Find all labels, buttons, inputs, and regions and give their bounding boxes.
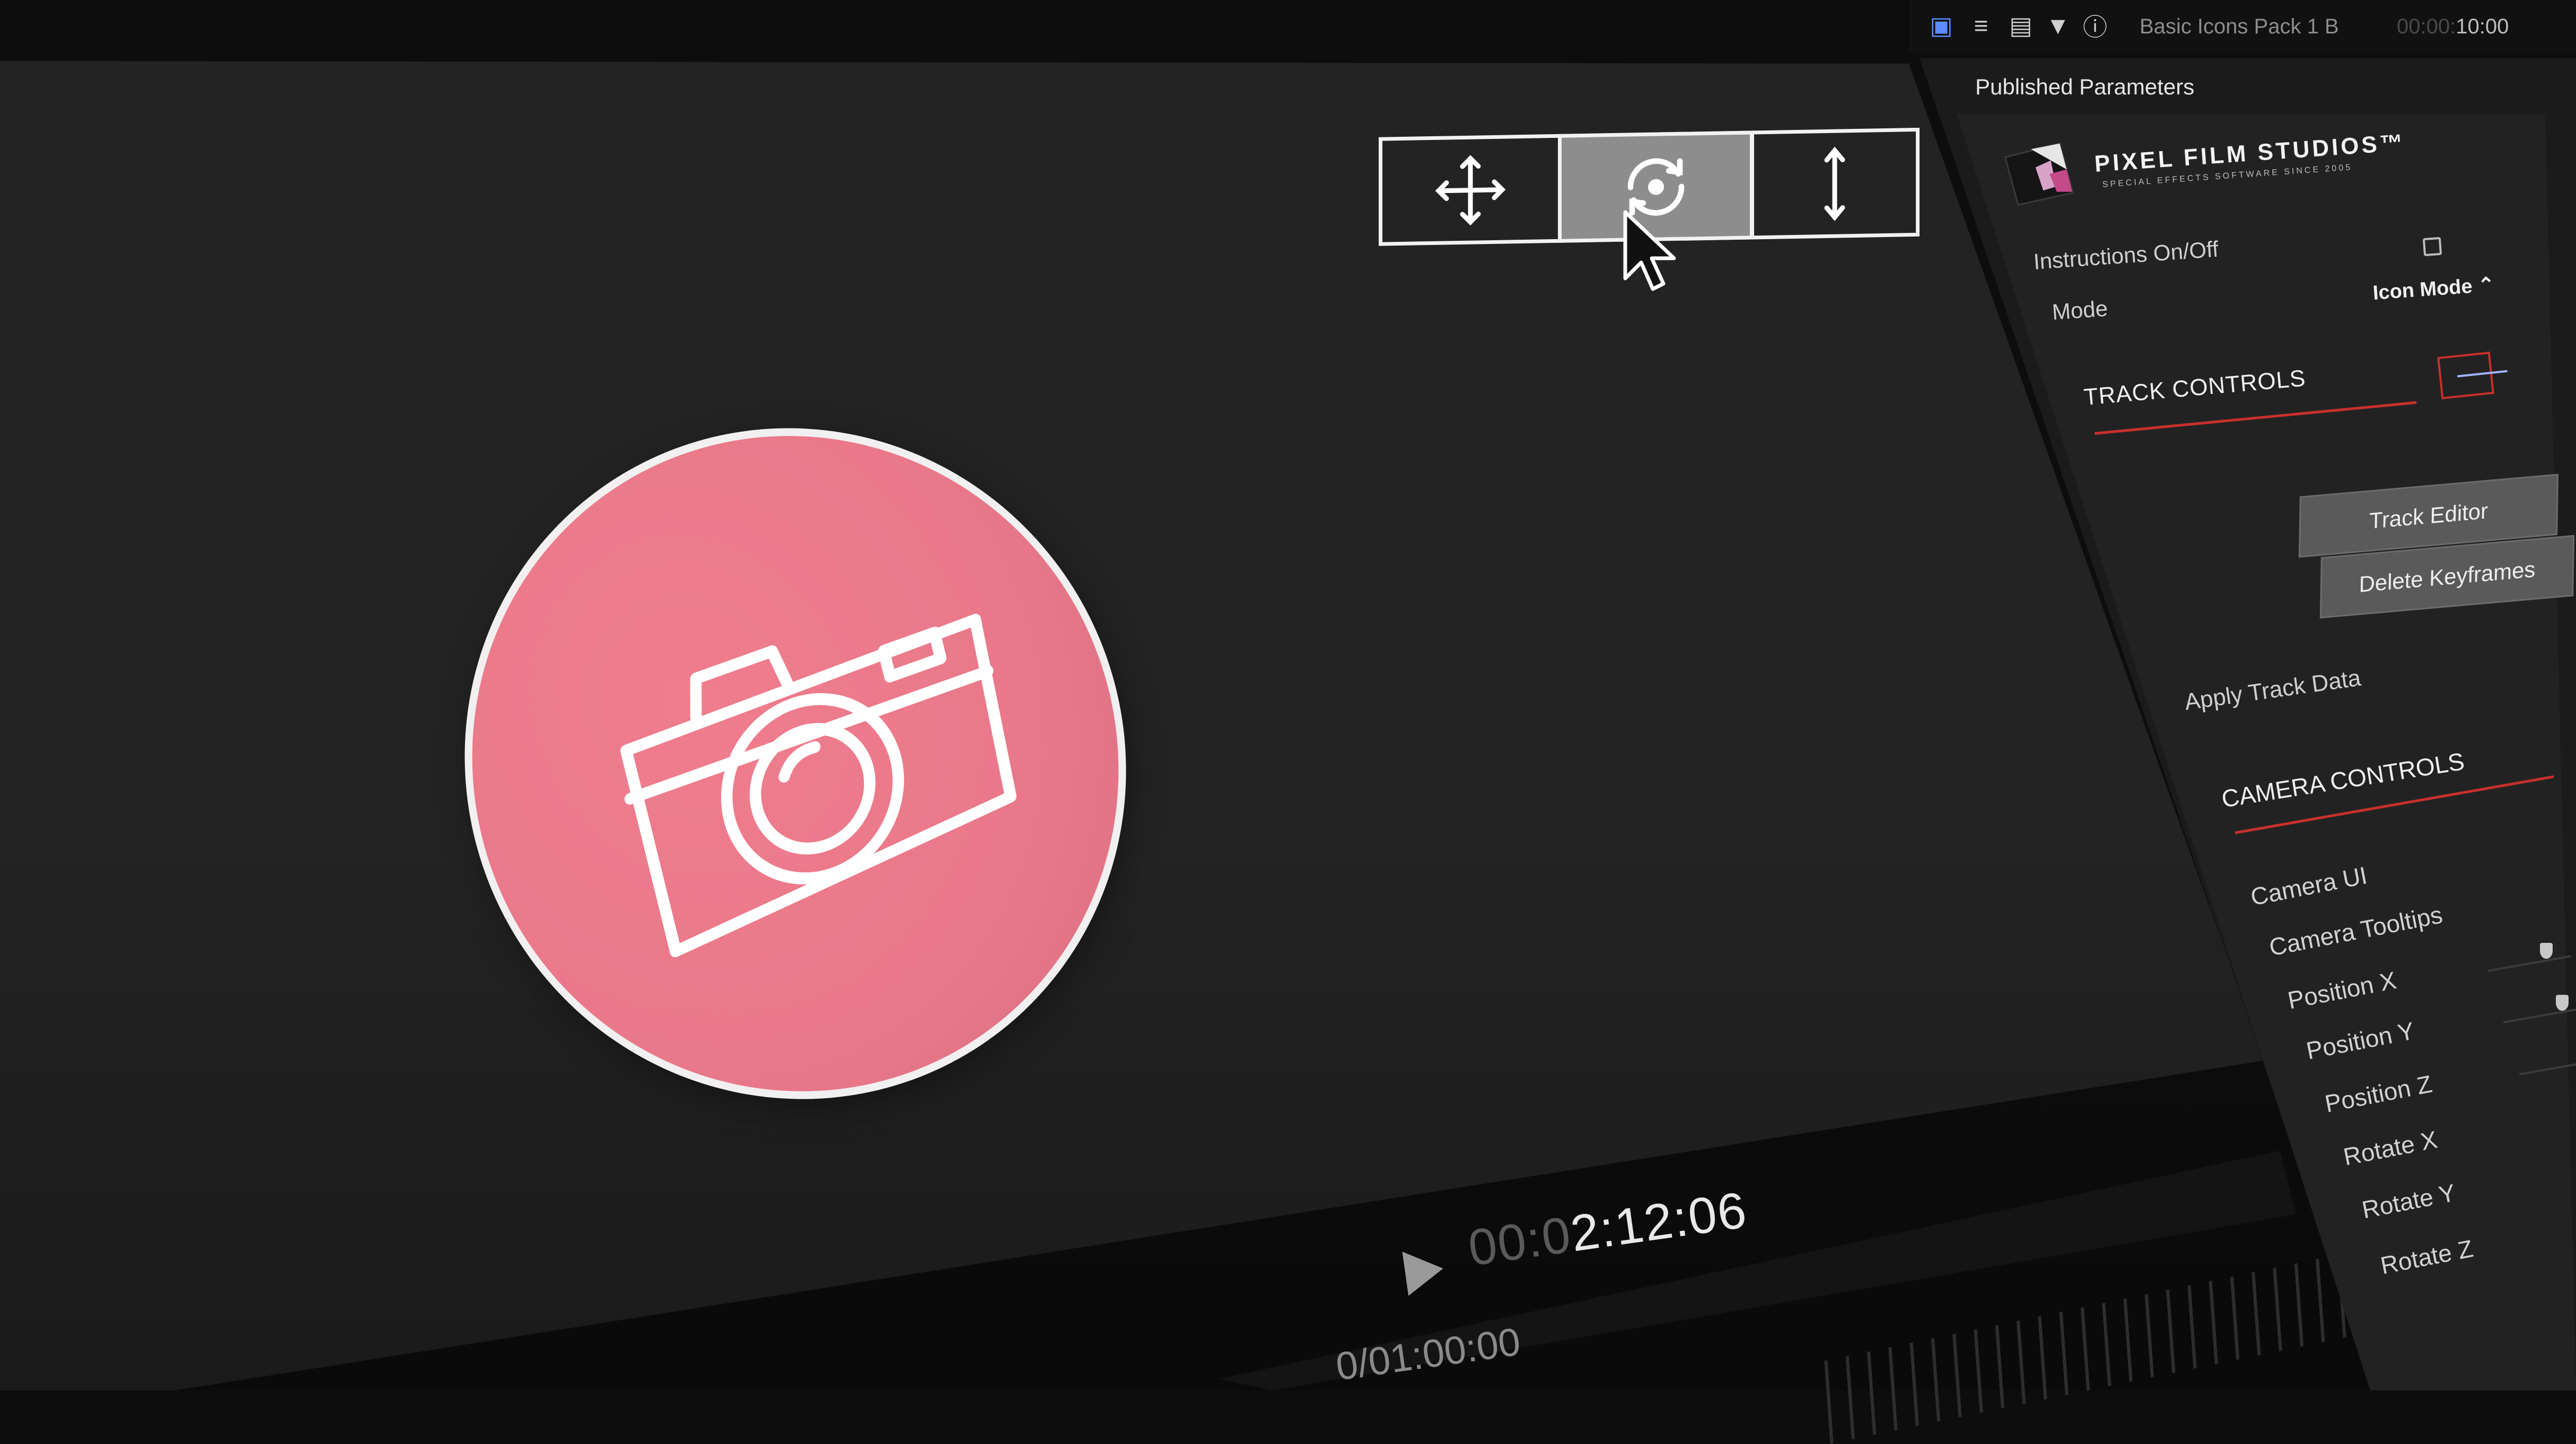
- move-icon: [1435, 154, 1505, 225]
- scale-vertical-icon: [1824, 146, 1845, 221]
- camera-tooltips-slider-knob[interactable]: [2540, 943, 2553, 959]
- filter-tab-icon[interactable]: ▼: [2044, 12, 2072, 39]
- clip-name: Basic Icons Pack 1 B: [2140, 15, 2339, 38]
- section-title: Published Parameters: [1975, 74, 2195, 99]
- scale-tool-button[interactable]: [1750, 127, 1920, 240]
- pixel-film-studios-logo-icon: [2004, 142, 2074, 206]
- film-tab-icon[interactable]: ▤: [2007, 12, 2035, 39]
- clip-time-main: 10:00: [2456, 15, 2509, 38]
- position-x-slider-knob[interactable]: [2556, 995, 2569, 1011]
- track-link-icon[interactable]: [2437, 351, 2494, 400]
- instructions-checkbox[interactable]: [2422, 237, 2442, 257]
- clip-time-dim: 00:00:: [2397, 15, 2456, 38]
- mode-label: Mode: [2051, 295, 2109, 325]
- play-button[interactable]: [1402, 1246, 1447, 1296]
- text-tab-icon[interactable]: ≡: [1967, 12, 1995, 39]
- move-tool-button[interactable]: [1379, 134, 1562, 246]
- clip-duration: 00:00:10:00: [2397, 15, 2509, 39]
- about-tab-icon[interactable]: ⓘ: [2081, 12, 2109, 41]
- info-tab-icon[interactable]: ▣: [1927, 12, 1955, 39]
- mouse-cursor-icon: [1623, 210, 1676, 291]
